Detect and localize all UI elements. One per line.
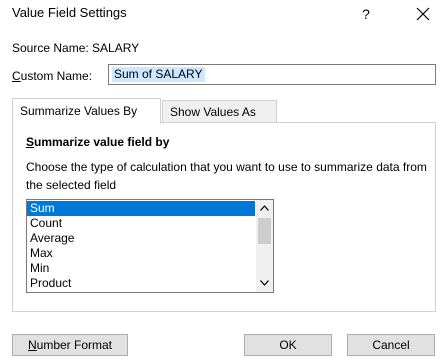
number-format-button[interactable]: Number Format: [12, 334, 128, 356]
list-item-max[interactable]: Max: [27, 246, 255, 261]
source-name-value: SALARY: [92, 41, 140, 55]
listbox-scrollbar[interactable]: [256, 200, 273, 292]
list-item-product[interactable]: Product: [27, 276, 255, 291]
list-item-count[interactable]: Count: [27, 216, 255, 231]
summarize-title-accel: S: [26, 135, 35, 149]
source-name: Source Name: SALARY: [12, 41, 139, 55]
close-button[interactable]: [410, 2, 436, 26]
summarize-description: Choose the type of calculation that you …: [26, 160, 427, 192]
ok-button[interactable]: OK: [244, 334, 332, 356]
custom-name-accel: C: [12, 69, 21, 83]
list-item-min[interactable]: Min: [27, 261, 255, 276]
list-item-average[interactable]: Average: [27, 231, 255, 246]
source-name-label: Source Name:: [12, 41, 89, 55]
chevron-down-icon: [260, 280, 269, 286]
number-format-accel: N: [27, 338, 37, 352]
dialog-title: Value Field Settings: [12, 5, 127, 20]
custom-name-label: Custom Name:: [12, 69, 92, 83]
summarize-title-text: ummarize value field by: [34, 135, 170, 149]
cancel-button[interactable]: Cancel: [347, 334, 435, 356]
number-format-label: umber Format: [36, 338, 113, 352]
list-item-sum[interactable]: Sum: [27, 201, 255, 216]
scroll-down-button[interactable]: [256, 275, 273, 292]
custom-name-label-text: ustom Name:: [20, 69, 93, 83]
scroll-thumb[interactable]: [258, 218, 271, 244]
summarize-group-title: Summarize value field by: [26, 135, 169, 149]
calculation-list: Sum Count Average Max Min Product: [27, 201, 255, 291]
custom-name-value: Sum of SALARY: [112, 67, 205, 82]
custom-name-input[interactable]: Sum of SALARY: [108, 64, 436, 85]
help-button[interactable]: ?: [355, 4, 377, 24]
close-icon: [416, 7, 430, 21]
tab-show-values-as[interactable]: Show Values As: [162, 100, 277, 122]
chevron-up-icon: [260, 205, 269, 211]
calculation-listbox[interactable]: Sum Count Average Max Min Product: [26, 199, 274, 293]
scroll-up-button[interactable]: [256, 200, 273, 217]
tab-summarize-values-by[interactable]: Summarize Values By: [12, 98, 161, 124]
